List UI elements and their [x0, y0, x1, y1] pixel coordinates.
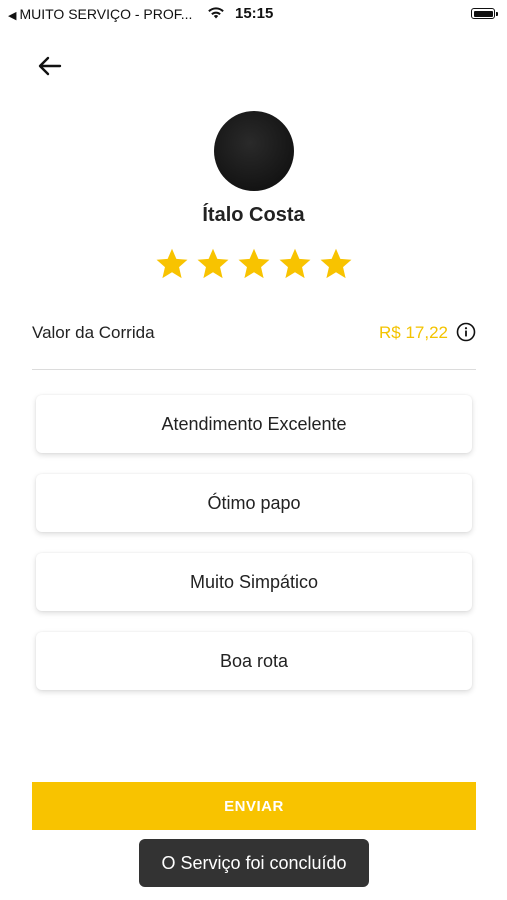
send-button[interactable]: ENVIAR [32, 782, 476, 830]
status-time: 15:15 [235, 5, 274, 22]
option-muito-simpatico[interactable]: Muito Simpático [36, 553, 472, 611]
fare-label: Valor da Corrida [32, 323, 155, 342]
wifi-icon [208, 7, 224, 19]
toast-message: O Serviço foi concluído [139, 839, 369, 887]
star-rating[interactable] [154, 246, 354, 282]
option-atendimento-excelente[interactable]: Atendimento Excelente [36, 395, 472, 453]
star-icon[interactable] [154, 246, 190, 282]
battery-icon [471, 8, 498, 19]
driver-name: Ítalo Costa [202, 204, 305, 226]
divider [32, 369, 476, 370]
star-icon[interactable] [277, 246, 313, 282]
info-icon[interactable] [456, 322, 476, 342]
back-to-app-icon[interactable]: ◀ [8, 10, 16, 22]
fare-row: Valor da Corrida R$ 17,22 [32, 320, 476, 346]
option-boa-rota[interactable]: Boa rota [36, 632, 472, 690]
status-carrier[interactable]: ◀ MUITO SERVIÇO - PROF... [8, 6, 192, 22]
fare-value: R$ 17,22 [379, 323, 448, 342]
status-bar: ◀ MUITO SERVIÇO - PROF... 15:15 [0, 0, 507, 30]
star-icon[interactable] [318, 246, 354, 282]
carrier-label: MUITO SERVIÇO - PROF... [19, 6, 193, 22]
star-icon[interactable] [195, 246, 231, 282]
star-icon[interactable] [236, 246, 272, 282]
back-button[interactable] [34, 50, 66, 82]
arrow-left-icon [38, 56, 62, 76]
avatar [214, 111, 294, 191]
option-otimo-papo[interactable]: Ótimo papo [36, 474, 472, 532]
